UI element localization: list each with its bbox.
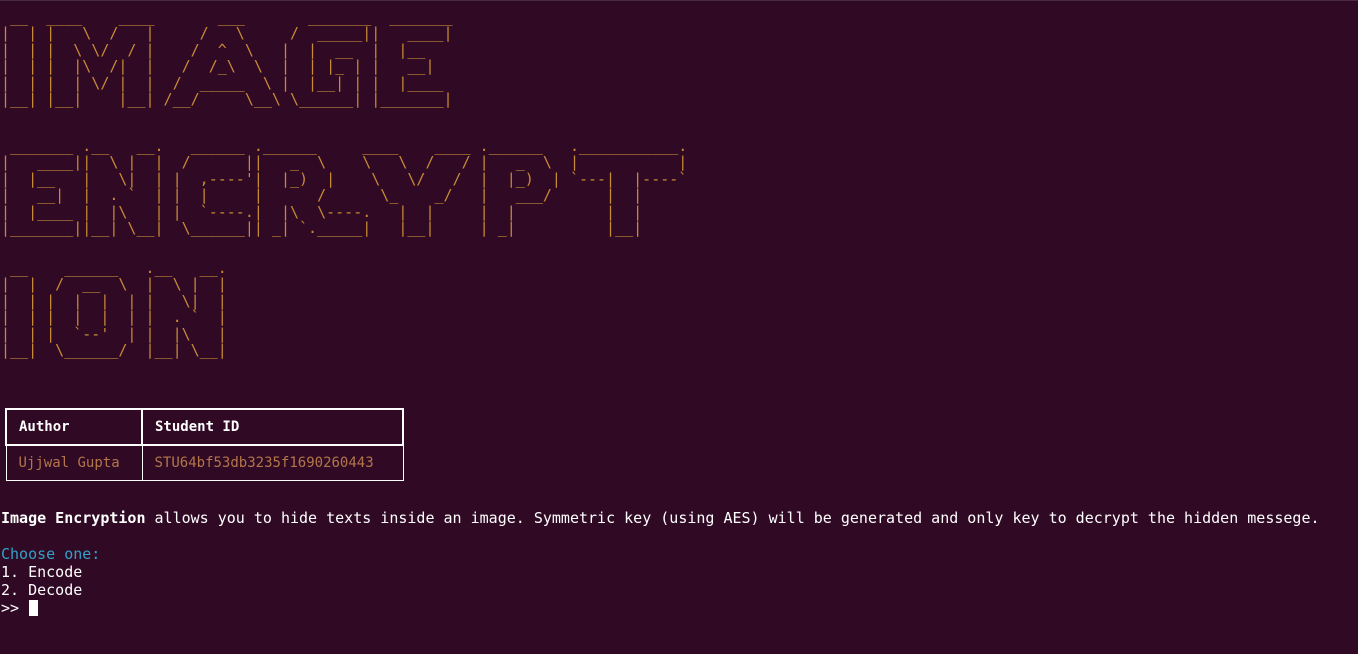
menu-option-decode: 2. Decode — [1, 581, 83, 599]
ascii-banner-ion: __ ______ .__ __. | | / __ \ | \ | | | |… — [1, 259, 227, 360]
table-header-row: Author Student ID — [5, 408, 404, 446]
table-row: Ujjwal Gupta STU64bf53db3235f1690260443 — [5, 444, 404, 481]
author-table: Author Student ID Ujjwal Gupta STU64bf53… — [5, 408, 404, 481]
description-rest: allows you to hide texts inside an image… — [145, 509, 1320, 527]
ascii-banner-image: __ ____ ____ ___ _______ _______ | | | \… — [1, 8, 453, 109]
text-cursor[interactable] — [29, 600, 39, 616]
author-cell: Ujjwal Gupta — [5, 444, 143, 481]
input-prompt: >> — [1, 599, 29, 617]
student-id-cell: STU64bf53db3235f1690260443 — [141, 444, 404, 481]
choose-prompt: Choose one: — [1, 545, 101, 563]
app-name-bold: Image Encryption — [1, 509, 146, 527]
input-line[interactable]: >> — [1, 599, 39, 617]
ascii-banner-encrypt: _______ .__ __. ______ .______ ____ ____… — [1, 137, 688, 238]
description-text: Image Encryption allows you to hide text… — [1, 509, 1320, 527]
terminal-window[interactable]: __ ____ ____ ___ _______ _______ | | | \… — [0, 0, 1358, 654]
student-id-header: Student ID — [141, 408, 404, 446]
author-header: Author — [5, 408, 143, 446]
menu-option-encode: 1. Encode — [1, 563, 83, 581]
